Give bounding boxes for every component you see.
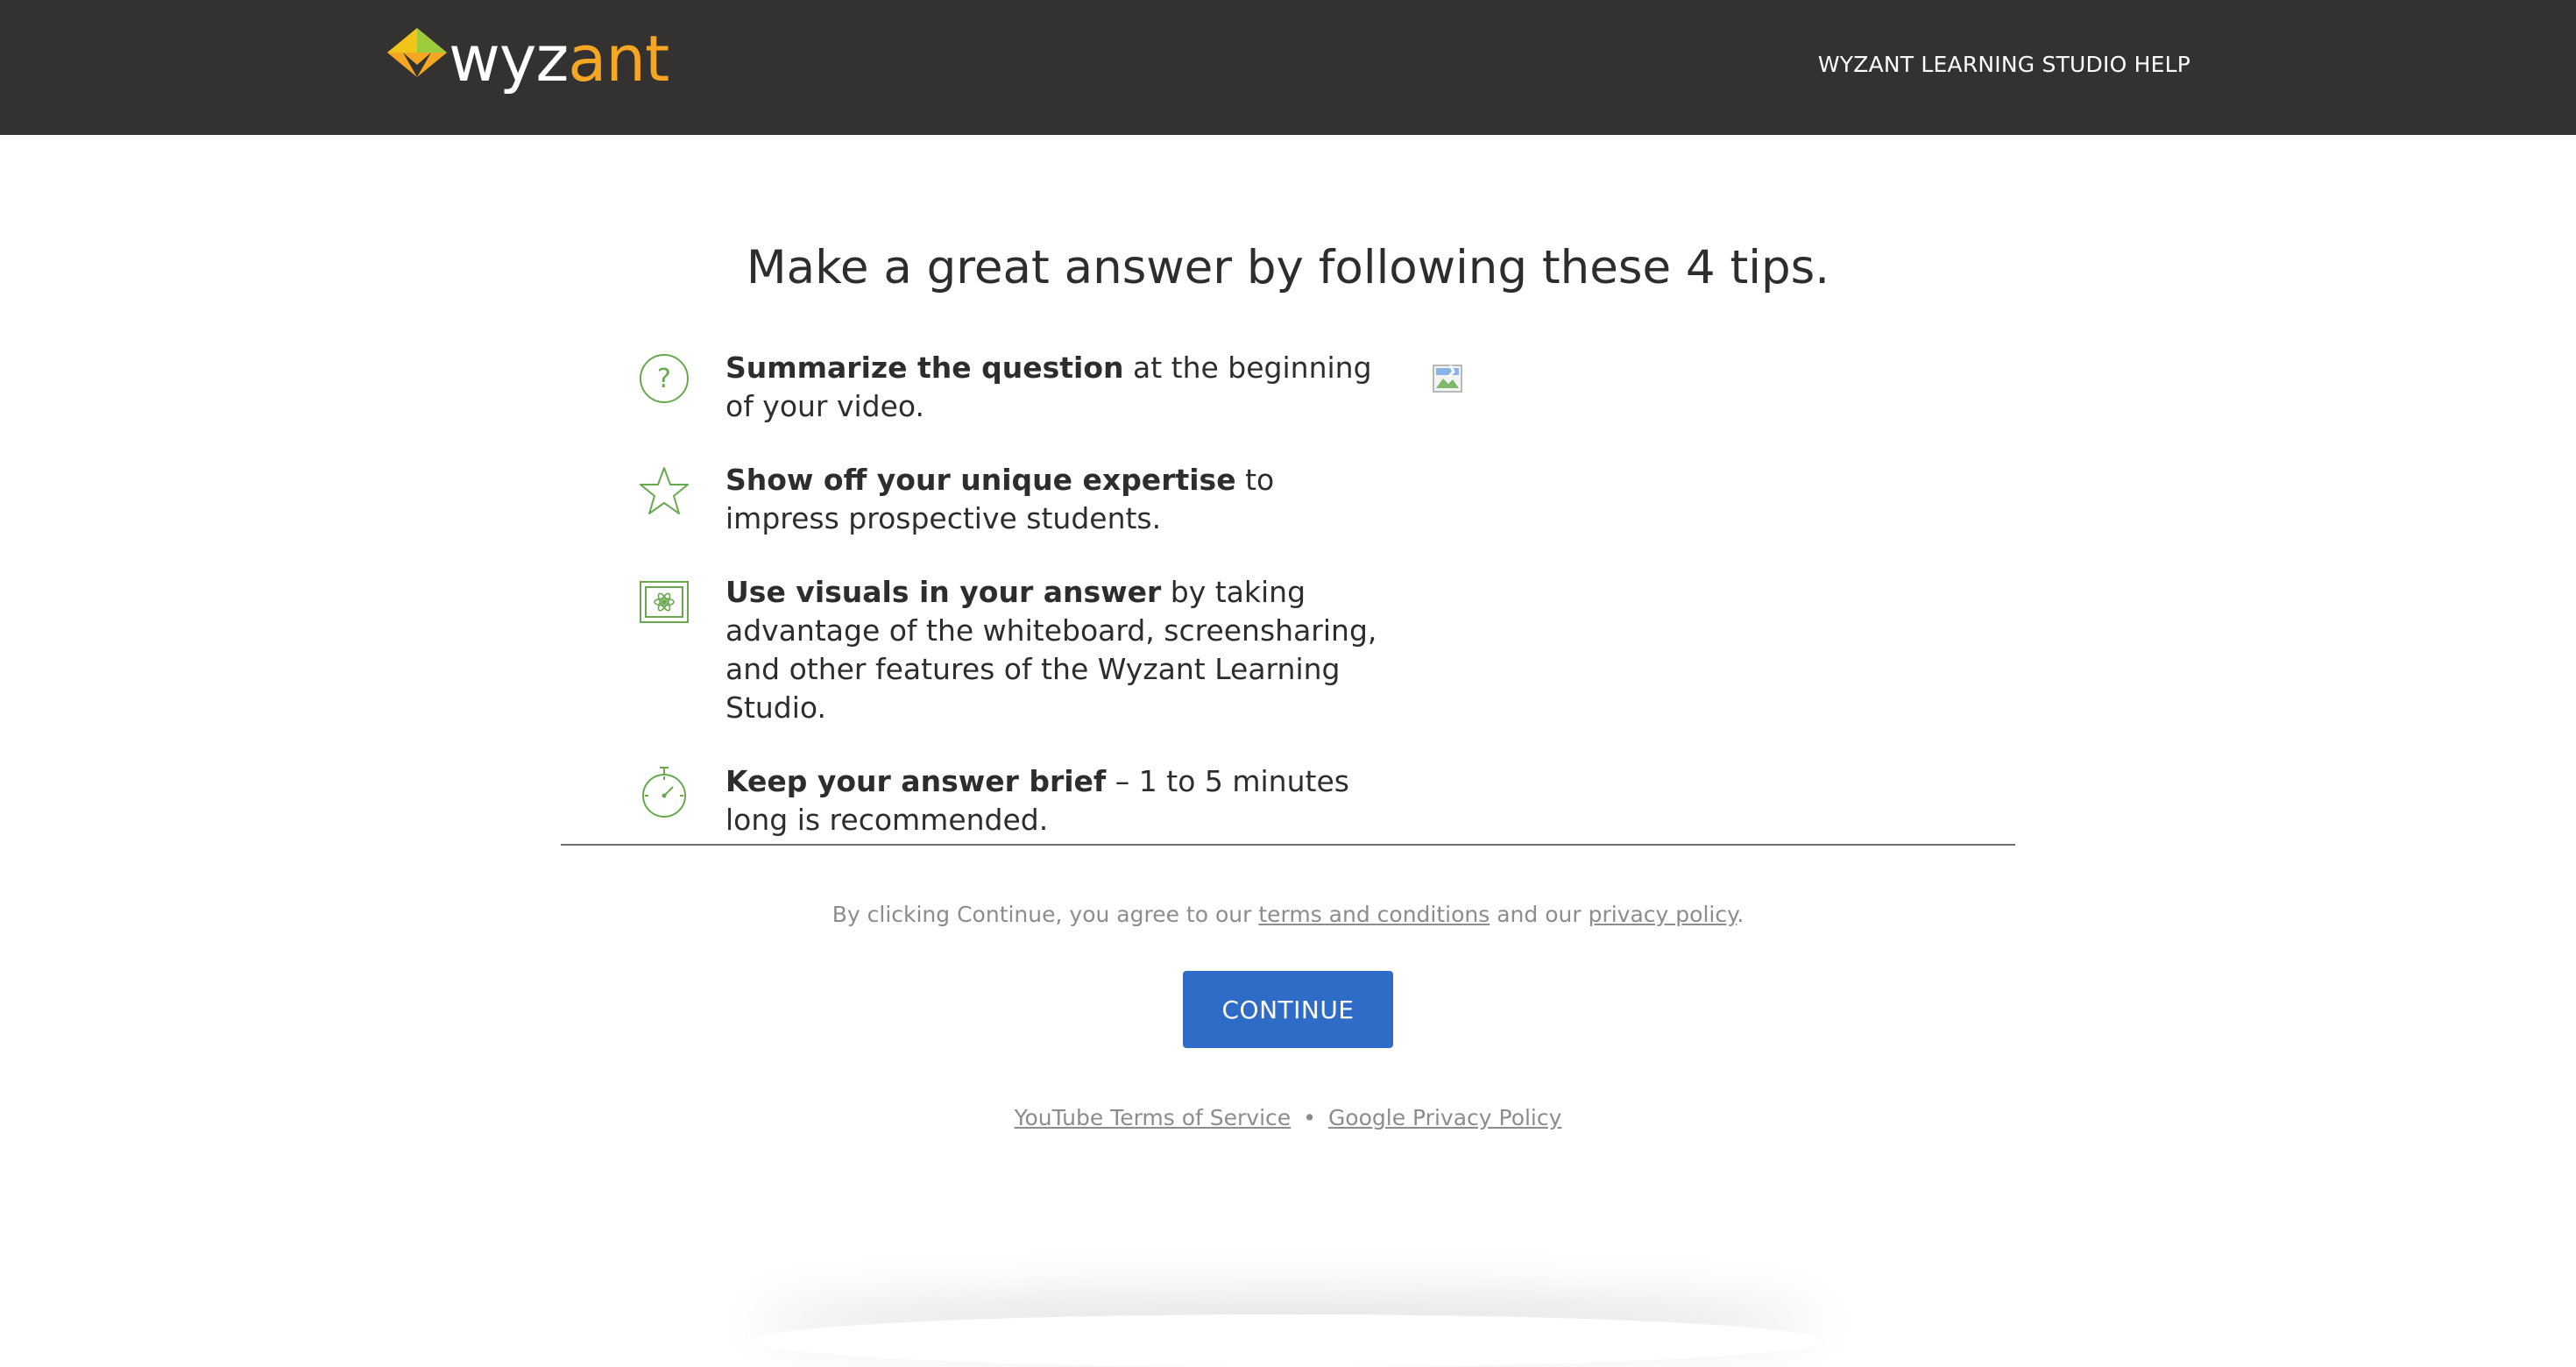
stopwatch-icon (642, 767, 686, 818)
tip-item-visuals: Use visuals in your answer by taking adv… (638, 573, 1391, 727)
svg-text:?: ? (657, 364, 671, 394)
agreement-middle: and our (1490, 902, 1589, 927)
logo-text-orange: ant (568, 22, 669, 96)
agreement-suffix: . (1737, 902, 1744, 927)
terms-and-conditions-link[interactable]: terms and conditions (1258, 902, 1490, 927)
tip-bold-text: Use visuals in your answer (725, 575, 1162, 609)
google-privacy-link[interactable]: Google Privacy Policy (1328, 1105, 1561, 1130)
tip-bold-text: Show off your unique expertise (725, 463, 1236, 497)
footer-links: YouTube Terms of Service • Google Privacy … (0, 1102, 2576, 1134)
bottom-panel-shadow (754, 1314, 1822, 1367)
section-divider (561, 844, 2015, 846)
broken-image-icon (1433, 365, 1462, 393)
agreement-text: By clicking Continue, you agree to our t… (0, 899, 2576, 931)
whiteboard-icon (640, 581, 689, 623)
footer-separator: • (1303, 1105, 1316, 1130)
wyzant-logo-text: wyzant (449, 19, 669, 98)
privacy-policy-link[interactable]: privacy policy (1589, 902, 1737, 927)
tip-item-brief: Keep your answer brief – 1 to 5 minutes … (638, 762, 1391, 839)
learning-studio-help-link[interactable]: WYZANT LEARNING STUDIO HELP (1818, 49, 2190, 81)
logo-text-white: wyz (449, 22, 569, 96)
page-title: Make a great answer by following these 4… (746, 241, 1830, 294)
tips-list: ? Summarize the question at the beginnin… (638, 349, 1391, 875)
star-icon (640, 467, 689, 514)
wyzant-logo-icon (387, 28, 447, 77)
tip-bold-text: Keep your answer brief (725, 764, 1107, 798)
tip-item-expertise: Show off your unique expertise to impres… (638, 461, 1391, 538)
question-circle-icon: ? (640, 354, 689, 403)
wyzant-logo[interactable]: wyzant (386, 22, 675, 105)
tip-item-summarize: ? Summarize the question at the beginnin… (638, 349, 1391, 426)
youtube-terms-link[interactable]: YouTube Terms of Service (1015, 1105, 1292, 1130)
continue-button[interactable]: CONTINUE (1183, 971, 1393, 1048)
agreement-prefix: By clicking Continue, you agree to our (832, 902, 1259, 927)
top-navigation-bar: wyzant WYZANT LEARNING STUDIO HELP (0, 0, 2576, 135)
tip-bold-text: Summarize the question (725, 351, 1124, 385)
